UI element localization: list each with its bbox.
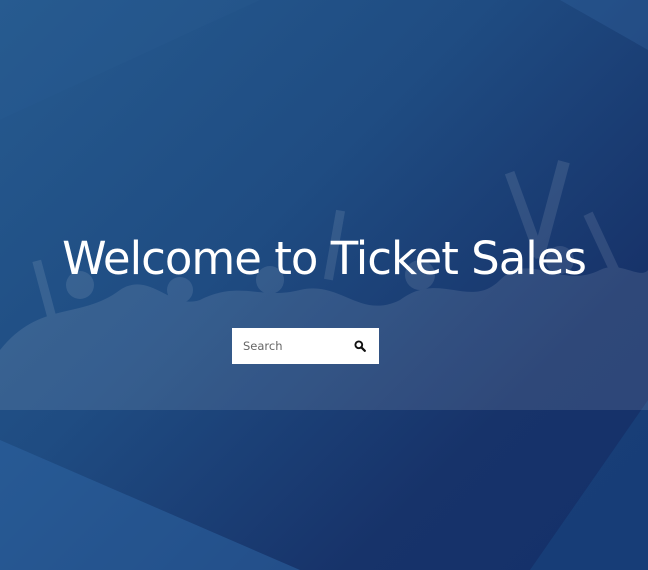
search-icon xyxy=(353,340,366,352)
hero-title: Welcome to Ticket Sales xyxy=(62,232,587,285)
search-button[interactable] xyxy=(340,328,379,364)
search-form xyxy=(232,328,379,364)
search-input[interactable] xyxy=(232,328,340,364)
hero-section: Welcome to Ticket Sales xyxy=(0,0,648,570)
